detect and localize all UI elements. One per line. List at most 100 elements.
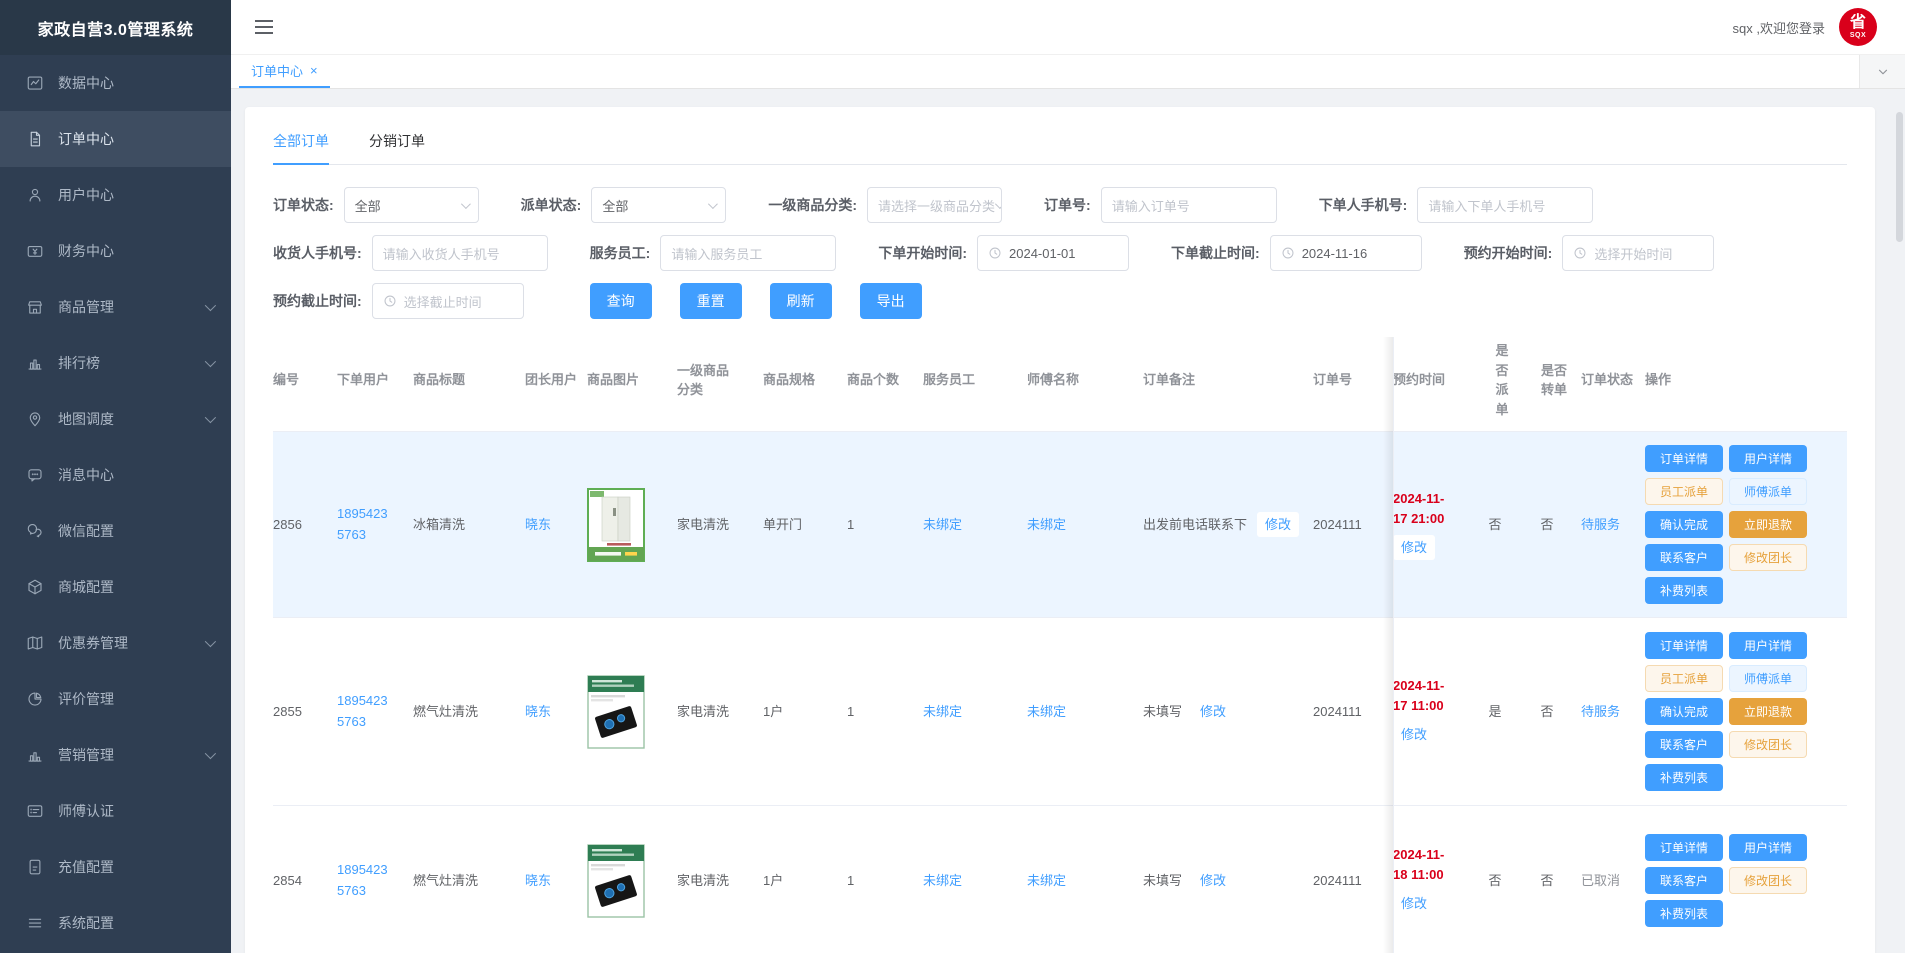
op-button[interactable]: 确认完成	[1645, 698, 1723, 725]
order-remark: 未填写修改	[1143, 699, 1313, 725]
tab-全部订单[interactable]: 全部订单	[273, 125, 329, 164]
filter-select[interactable]: 请选择一级商品分类	[867, 187, 1002, 223]
close-icon[interactable]: ×	[310, 63, 318, 78]
app-title: 家政自营3.0管理系统	[38, 16, 194, 40]
sidebar-item-wechat[interactable]: 微信配置	[0, 503, 231, 559]
sidebar-item-menu-lines[interactable]: 系统配置	[0, 895, 231, 951]
master-link[interactable]: 未绑定	[1027, 873, 1066, 888]
staff-link[interactable]: 未绑定	[923, 873, 962, 888]
welcome-text: sqx ,欢迎您登录	[1733, 18, 1825, 37]
op-button[interactable]: 补费列表	[1645, 577, 1723, 604]
sidebar-item-marketing-bars[interactable]: 营销管理	[0, 727, 231, 783]
staff-link[interactable]: 未绑定	[923, 517, 962, 532]
table-row: 285618954235763冰箱清洗晓东家电清洗单开门1未绑定未绑定出发前电话…	[273, 432, 1847, 618]
op-button[interactable]: 联系客户	[1645, 544, 1723, 571]
master-link[interactable]: 未绑定	[1027, 704, 1066, 719]
filter-date-input[interactable]: 2024-01-01	[977, 235, 1129, 271]
reset-button[interactable]: 重置	[680, 283, 742, 319]
modify-remark-link[interactable]: 修改	[1257, 512, 1299, 538]
filter-field: 订单状态:全部	[273, 187, 479, 223]
topbar: sqx ,欢迎您登录 省 SQX	[231, 0, 1905, 55]
hamburger-menu-icon[interactable]	[255, 20, 273, 34]
transfer-flag: 否	[1527, 515, 1581, 535]
op-button[interactable]: 用户详情	[1729, 632, 1807, 659]
op-button[interactable]: 立即退款	[1729, 698, 1807, 725]
filter-input[interactable]: 请输入服务员工	[660, 235, 836, 271]
op-button[interactable]: 用户详情	[1729, 834, 1807, 861]
filter-input[interactable]: 请输入下单人手机号	[1417, 187, 1593, 223]
product-spec: 1户	[763, 871, 847, 891]
staff-link[interactable]: 未绑定	[923, 704, 962, 719]
op-button[interactable]: 用户详情	[1729, 445, 1807, 472]
search-button[interactable]: 查询	[590, 283, 652, 319]
filter-label: 服务员工:	[590, 243, 651, 263]
sidebar-item-data-chart[interactable]: 数据中心	[0, 55, 231, 111]
filter-input[interactable]: 请输入订单号	[1101, 187, 1277, 223]
export-button[interactable]: 导出	[860, 283, 922, 319]
leader-link[interactable]: 晓东	[525, 704, 551, 719]
op-button[interactable]: 订单详情	[1645, 834, 1723, 861]
op-button[interactable]: 师傅派单	[1729, 665, 1807, 692]
sidebar-item-user[interactable]: 用户中心	[0, 167, 231, 223]
sidebar-item-cert-card[interactable]: 师傅认证	[0, 783, 231, 839]
tab-分销订单[interactable]: 分销订单	[369, 125, 425, 164]
master-link[interactable]: 未绑定	[1027, 517, 1066, 532]
sidebar-item-pie-chart[interactable]: 评价管理	[0, 671, 231, 727]
op-button[interactable]: 补费列表	[1645, 900, 1723, 927]
sidebar-item-order-doc[interactable]: 订单中心	[0, 111, 231, 167]
coupon-icon	[26, 634, 44, 652]
user-phone-link[interactable]: 18954235763	[337, 860, 391, 902]
sidebar-item-recharge-doc[interactable]: 充值配置	[0, 839, 231, 895]
modify-remark-link[interactable]: 修改	[1192, 868, 1234, 894]
filter-input[interactable]: 请输入收货人手机号	[372, 235, 548, 271]
op-button[interactable]: 员工派单	[1645, 665, 1723, 692]
order-doc-icon	[26, 130, 44, 148]
op-button[interactable]: 员工派单	[1645, 478, 1723, 505]
chevron-down-icon	[205, 300, 216, 311]
refresh-button[interactable]: 刷新	[770, 283, 832, 319]
sidebar-item-cube[interactable]: 商城配置	[0, 559, 231, 615]
order-remark: 出发前电话联系下修改	[1143, 512, 1313, 538]
modify-remark-link[interactable]: 修改	[1192, 699, 1234, 725]
filter-label: 预约开始时间:	[1464, 243, 1553, 263]
modify-time-link[interactable]: 修改	[1393, 891, 1435, 917]
op-button[interactable]: 确认完成	[1645, 511, 1723, 538]
sidebar-item-shop[interactable]: 商品管理	[0, 279, 231, 335]
leader-link[interactable]: 晓东	[525, 517, 551, 532]
op-button[interactable]: 联系客户	[1645, 731, 1723, 758]
filter-date-input[interactable]: 2024-11-16	[1270, 235, 1422, 271]
op-button[interactable]: 订单详情	[1645, 632, 1723, 659]
filter-date-input[interactable]: 选择截止时间	[372, 283, 524, 319]
sidebar-item-finance[interactable]: 财务中心	[0, 223, 231, 279]
column-header: 商品图片	[587, 370, 677, 390]
recharge-doc-icon	[26, 858, 44, 876]
nav-tab-order-center[interactable]: 订单中心 ×	[239, 55, 330, 88]
filter-label: 下单截止时间:	[1171, 243, 1260, 263]
leader-link[interactable]: 晓东	[525, 873, 551, 888]
op-button[interactable]: 补费列表	[1645, 764, 1723, 791]
op-button[interactable]: 修改团长	[1729, 867, 1807, 894]
op-button[interactable]: 师傅派单	[1729, 478, 1807, 505]
filter-date-input[interactable]: 选择开始时间	[1562, 235, 1714, 271]
op-button[interactable]: 立即退款	[1729, 511, 1807, 538]
op-button[interactable]: 修改团长	[1729, 544, 1807, 571]
modify-time-link[interactable]: 修改	[1393, 535, 1435, 561]
op-button[interactable]: 联系客户	[1645, 867, 1723, 894]
sidebar-item-coupon[interactable]: 优惠券管理	[0, 615, 231, 671]
modify-time-link[interactable]: 修改	[1393, 722, 1435, 748]
filter-select[interactable]: 全部	[591, 187, 726, 223]
sidebar-item-map-pin[interactable]: 地图调度	[0, 391, 231, 447]
tab-dropdown-button[interactable]	[1859, 55, 1905, 88]
vertical-scrollbar[interactable]	[1896, 112, 1903, 242]
sidebar-item-rank-bars[interactable]: 排行榜	[0, 335, 231, 391]
user-phone-link[interactable]: 18954235763	[337, 691, 391, 733]
leader-link: 晓东	[525, 871, 587, 891]
sidebar-menu: 数据中心订单中心用户中心财务中心商品管理排行榜地图调度消息中心微信配置商城配置优…	[0, 55, 231, 953]
column-header: 商品规格	[763, 370, 847, 390]
op-button[interactable]: 订单详情	[1645, 445, 1723, 472]
filter-select[interactable]: 全部	[344, 187, 479, 223]
sidebar-item-message[interactable]: 消息中心	[0, 447, 231, 503]
op-button[interactable]: 修改团长	[1729, 731, 1807, 758]
user-phone-link[interactable]: 18954235763	[337, 504, 391, 546]
content-area: 全部订单分销订单 订单状态:全部派单状态:全部一级商品分类:请选择一级商品分类订…	[231, 89, 1905, 953]
